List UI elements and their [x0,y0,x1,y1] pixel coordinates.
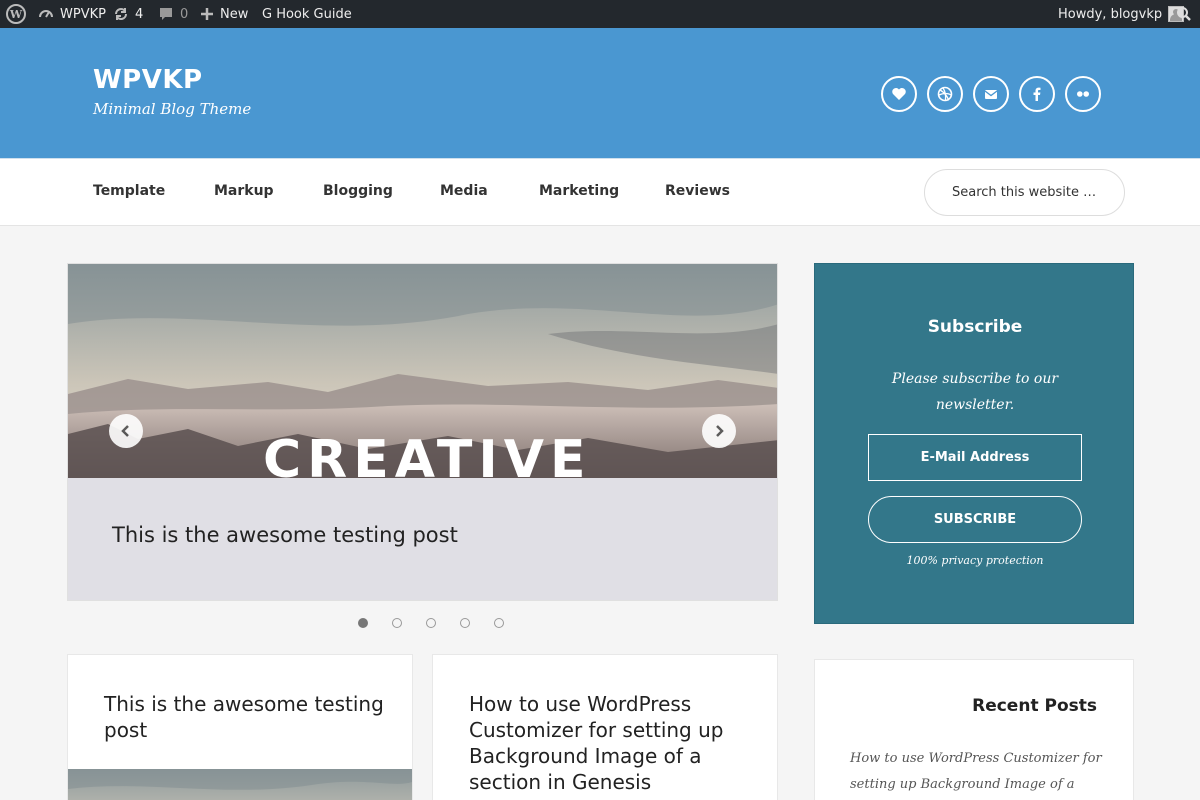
admin-new[interactable]: New [200,0,248,28]
hook-guide-label: G Hook Guide [262,6,352,22]
slider-dot[interactable] [392,618,402,628]
search-input[interactable] [924,169,1125,216]
post-title[interactable]: How to use WordPress Customizer for sett… [469,691,749,795]
comments-count: 0 [180,6,189,22]
site-description: Minimal Blog Theme [93,100,252,118]
updates-count: 4 [135,6,144,22]
nav-item-template[interactable]: Template [93,183,165,199]
flickr-icon[interactable] [1065,76,1101,112]
slider-dot[interactable] [460,618,470,628]
admin-site-link[interactable]: WPVKP [38,0,106,28]
slider-dot[interactable] [358,618,368,628]
privacy-note: 100% privacy protection [906,554,1044,567]
comment-icon [158,6,174,22]
admin-site-name: WPVKP [60,6,106,22]
email-field[interactable] [868,434,1082,481]
chevron-right-icon [716,425,724,437]
heart-icon[interactable] [881,76,917,112]
primary-nav: Template Markup Blogging Media Marketing… [0,158,1200,226]
featured-slider: CREATIVE This is the awesome testing pos… [67,263,778,601]
slider-dot[interactable] [426,618,436,628]
admin-updates[interactable]: 4 [113,0,143,28]
subscribe-widget: Subscribe Please subscribe to our newsle… [814,263,1134,624]
nav-item-blogging[interactable]: Blogging [323,183,393,199]
site-header: WPVKP Minimal Blog Theme [0,28,1200,158]
wordpress-logo-icon[interactable]: W [6,0,26,28]
recent-posts-title: Recent Posts [972,696,1097,716]
subscribe-button[interactable]: SUBSCRIBE [868,496,1082,543]
chevron-left-icon [121,425,129,437]
plus-icon [200,7,214,21]
slider-prev-button[interactable] [109,414,143,448]
slide-caption[interactable]: This is the awesome testing post [112,523,458,547]
dashboard-icon [38,6,54,22]
site-title[interactable]: WPVKP [93,65,203,95]
post-card: This is the awesome testing post [67,654,413,800]
nav-item-reviews[interactable]: Reviews [665,183,730,199]
post-thumbnail[interactable] [68,769,413,800]
subscribe-text: Please subscribe to our newsletter. [891,371,1059,413]
slider-next-button[interactable] [702,414,736,448]
slider-dot[interactable] [494,618,504,628]
nav-item-markup[interactable]: Markup [214,183,274,199]
email-icon[interactable] [973,76,1009,112]
nav-item-media[interactable]: Media [440,183,488,199]
new-label: New [220,6,249,22]
admin-comments[interactable]: 0 [158,0,188,28]
updates-icon [113,6,129,22]
admin-account[interactable]: Howdy, blogvkp [1058,0,1185,28]
post-title[interactable]: This is the awesome testing post [104,691,384,743]
admin-bar: W WPVKP 4 0 New G Hook Guide Howdy, blog… [0,0,1200,28]
recent-post-link[interactable]: How to use WordPress Customizer for sett… [850,746,1110,800]
recent-posts-widget: Recent Posts How to use WordPress Custom… [814,659,1134,800]
dribbble-icon[interactable] [927,76,963,112]
post-card: How to use WordPress Customizer for sett… [432,654,778,800]
admin-search-icon[interactable] [1176,0,1192,28]
nav-item-marketing[interactable]: Marketing [539,183,619,199]
admin-hook-guide[interactable]: G Hook Guide [262,0,352,28]
subscribe-title: Subscribe [927,317,1023,337]
howdy-text: Howdy, blogvkp [1058,6,1163,22]
facebook-icon[interactable] [1019,76,1055,112]
